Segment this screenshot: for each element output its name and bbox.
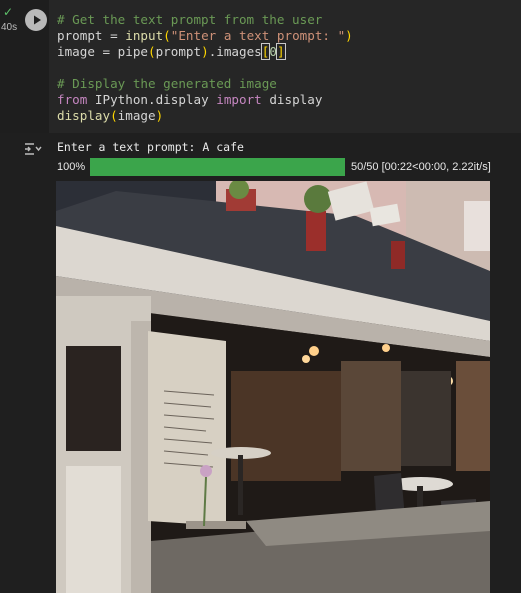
progress-stats: 50/50 [00:22<00:00, 2.22it/s] [351, 161, 491, 173]
code-token: display [57, 108, 111, 123]
stdout-text: Enter a text prompt: A cafe [57, 140, 244, 154]
code-lines: # Get the text prompt from the user prom… [57, 12, 353, 124]
code-token: prompt [155, 44, 202, 59]
cell-output: Enter a text prompt: A cafe 100% 50/50 [… [0, 133, 521, 593]
code-token: ( [110, 108, 118, 123]
progress-percent: 100% [57, 161, 86, 173]
code-keyword: from [57, 92, 88, 107]
code-token: ) [155, 108, 164, 123]
code-token: display [261, 92, 323, 107]
code-editor[interactable]: # Get the text prompt from the user prom… [49, 0, 521, 133]
code-token: input [125, 28, 164, 43]
progress-bar [90, 158, 345, 176]
output-toggle-icon[interactable] [24, 141, 42, 160]
code-comment: # Display the generated image [57, 76, 277, 91]
execution-time: 40s [1, 22, 18, 33]
code-token: .images [208, 44, 262, 59]
cell-gutter: ✓ 40s [0, 0, 20, 133]
code-token: image = pipe [57, 44, 148, 59]
run-cell-button[interactable] [25, 9, 47, 31]
code-keyword: import [216, 92, 262, 107]
play-icon [34, 15, 41, 25]
code-comment: # Get the text prompt from the user [57, 12, 323, 27]
generated-cafe-image [56, 181, 490, 593]
code-number: 0 [269, 44, 277, 59]
progress-fill [90, 158, 345, 176]
code-token: IPython.display [87, 92, 217, 107]
code-token: ( [163, 28, 171, 43]
code-token: ( [148, 44, 156, 59]
code-token: ] [276, 43, 286, 60]
code-token: ) [201, 44, 209, 59]
code-token: ) [345, 28, 353, 43]
check-icon: ✓ [3, 5, 14, 19]
code-string: "Enter a text prompt: " [170, 28, 346, 43]
code-token: prompt = [57, 28, 126, 43]
code-token: image [117, 108, 156, 123]
